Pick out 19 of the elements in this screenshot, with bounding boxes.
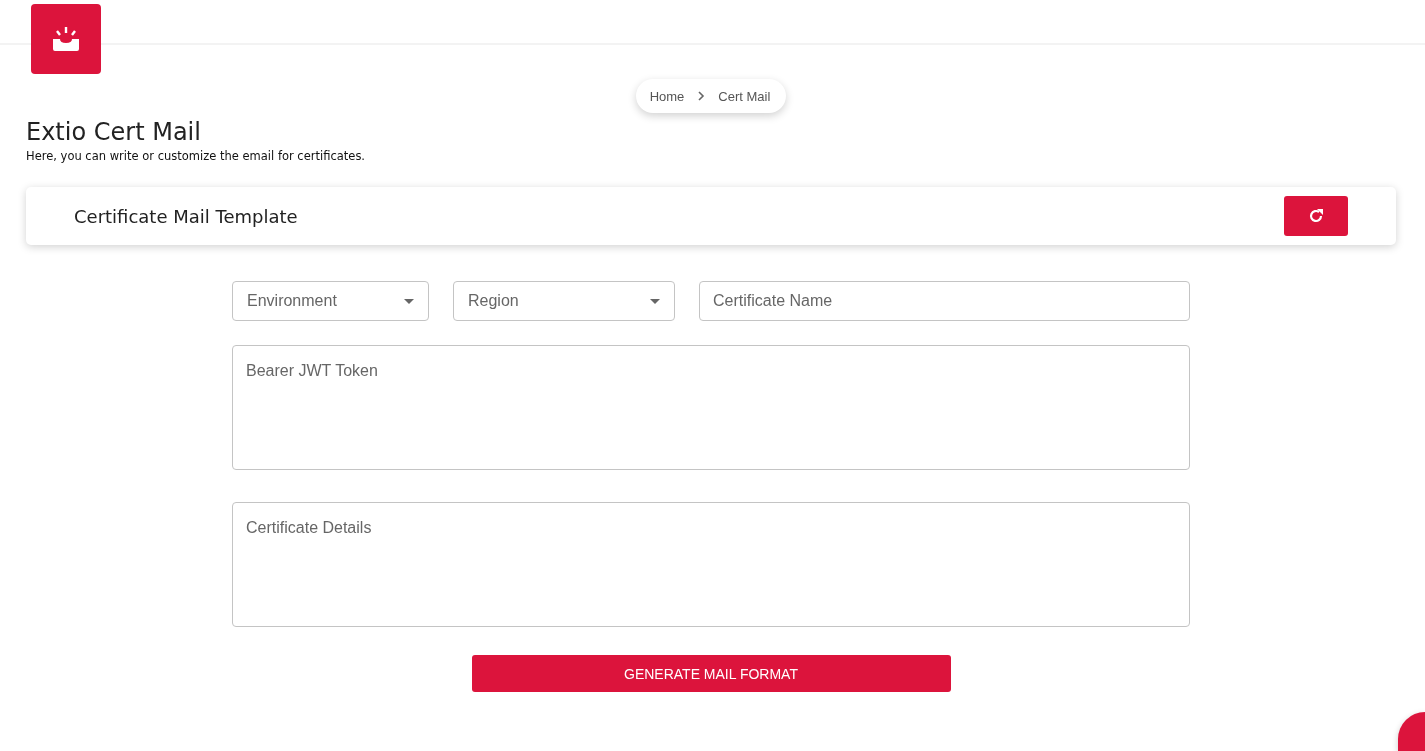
page-subtitle: Here, you can write or customize the email for certificates. — [26, 149, 367, 163]
card-title: Certificate Mail Template — [74, 205, 298, 227]
breadcrumb-link[interactable]: Home — [649, 88, 685, 104]
caret-icon — [404, 298, 414, 304]
breadcrumb-current: Cert Mail — [718, 88, 771, 104]
generate-button[interactable]: GENERATE MAIL FORMAT — [471, 655, 951, 692]
floating-action-button[interactable] — [1398, 712, 1425, 751]
caret-icon — [650, 298, 660, 304]
inbox-icon — [52, 26, 80, 52]
page-title: Extio Cert Mail — [26, 117, 202, 147]
app-logo[interactable] — [31, 4, 101, 74]
chevron-right-icon — [696, 91, 707, 101]
text-area[interactable]: Certificate Details — [232, 502, 1190, 627]
refresh-button[interactable] — [1284, 196, 1348, 236]
refresh-icon — [1307, 207, 1325, 225]
text-area[interactable]: Bearer JWT Token — [232, 345, 1190, 470]
dropdown-field[interactable]: Region — [453, 281, 675, 321]
dropdown-field[interactable]: Environment — [232, 281, 429, 321]
input-field[interactable]: Certificate Name — [699, 281, 1190, 321]
